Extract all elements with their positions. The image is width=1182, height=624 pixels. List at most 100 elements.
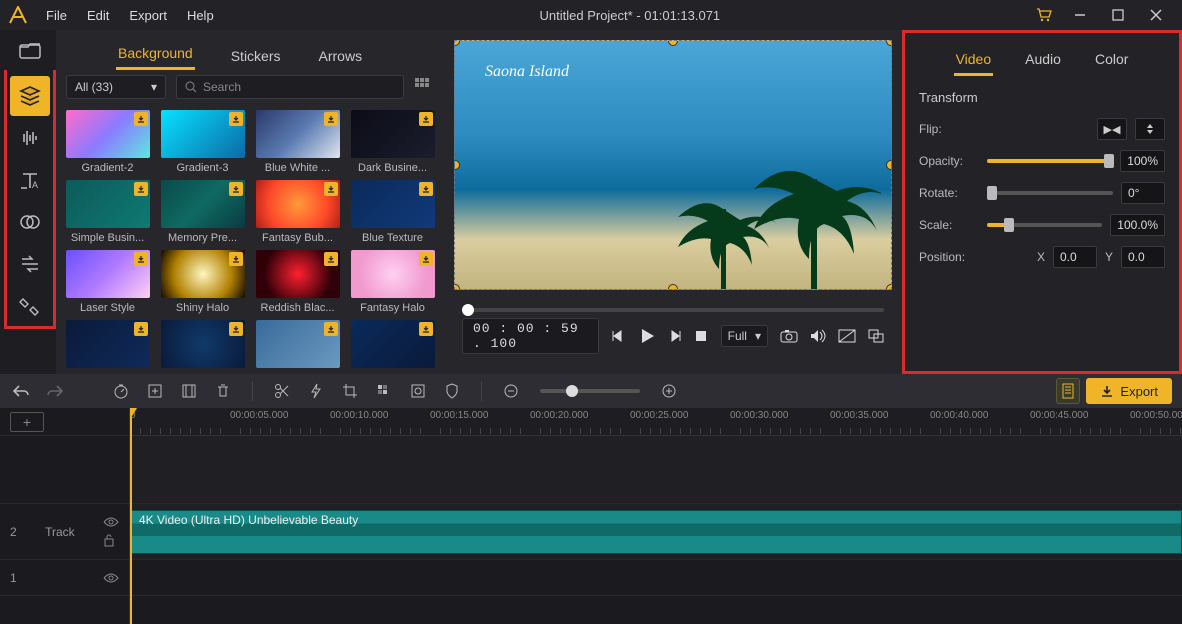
playhead[interactable] [130, 408, 132, 624]
leftrail-media-button[interactable] [4, 30, 56, 70]
search-input[interactable]: Search [176, 75, 404, 99]
lock-icon[interactable] [103, 533, 119, 547]
stop-button[interactable] [694, 326, 709, 346]
timeline-lane-empty[interactable] [130, 436, 1182, 504]
thumbnail-item[interactable]: Gradient-3 [159, 110, 246, 174]
aspect-button[interactable] [838, 326, 856, 346]
delete-button[interactable] [212, 380, 234, 402]
zoom-in-button[interactable] [658, 380, 680, 402]
pos-y-value[interactable]: 0.0 [1121, 246, 1165, 268]
menu-export[interactable]: Export [119, 8, 177, 23]
timeline-lane-2[interactable]: 4K Video (Ultra HD) Unbelievable Beauty [130, 504, 1182, 560]
freeze-frame-button[interactable] [407, 380, 429, 402]
thumbnail-item[interactable]: Laser Style [64, 250, 151, 314]
flip-horizontal-button[interactable]: ▶◀ [1097, 118, 1127, 140]
thumbnail-item[interactable]: Shiny Halo [159, 250, 246, 314]
flip-vertical-button[interactable] [1135, 118, 1165, 140]
ruler-mark: 00:00:45.000 [1030, 410, 1088, 421]
thumbnail-item[interactable]: Fantasy Bub... [254, 180, 341, 244]
timeline-tracks-area[interactable]: 000:00:05.00000:00:10.00000:00:15.00000:… [130, 408, 1182, 624]
speed-button[interactable] [110, 380, 132, 402]
tab-color[interactable]: Color [1093, 45, 1130, 76]
fullscreen-button[interactable] [868, 326, 884, 346]
tab-video[interactable]: Video [954, 45, 994, 76]
text-icon[interactable]: A [10, 160, 50, 200]
thumbnail-item[interactable]: Fantasy Halo [349, 250, 436, 314]
audio-wave-icon[interactable] [10, 118, 50, 158]
zoom-out-button[interactable] [500, 380, 522, 402]
search-icon [185, 81, 197, 93]
prev-frame-button[interactable] [611, 326, 626, 346]
elements-icon[interactable] [10, 286, 50, 326]
crop-button[interactable] [339, 380, 361, 402]
tab-audio[interactable]: Audio [1023, 45, 1063, 76]
export-button[interactable]: Export [1086, 378, 1172, 404]
render-button[interactable] [178, 380, 200, 402]
thumbnail-item[interactable]: Gradient-2 [64, 110, 151, 174]
scale-slider[interactable] [987, 223, 1102, 227]
scale-value[interactable]: 100.0% [1110, 214, 1165, 236]
mask-button[interactable] [441, 380, 463, 402]
play-button[interactable] [638, 326, 656, 346]
menu-help[interactable]: Help [177, 8, 224, 23]
timeline-lane-1[interactable] [130, 560, 1182, 596]
thumbnail-image [161, 320, 245, 368]
transition-icon[interactable] [10, 244, 50, 284]
add-track-row: + [0, 408, 129, 436]
thumbnail-item[interactable] [349, 320, 436, 368]
tab-stickers[interactable]: Stickers [229, 42, 283, 70]
thumbnail-item[interactable]: Simple Busin... [64, 180, 151, 244]
download-badge-icon [419, 182, 433, 196]
add-marker-button[interactable] [144, 380, 166, 402]
quick-effects-button[interactable] [305, 380, 327, 402]
grid-view-icon[interactable] [414, 77, 434, 97]
volume-button[interactable] [810, 326, 826, 346]
split-button[interactable] [271, 380, 293, 402]
thumbnail-item[interactable]: Dark Busine... [349, 110, 436, 174]
opacity-value[interactable]: 100% [1120, 150, 1165, 172]
opacity-slider[interactable] [987, 159, 1112, 163]
track-1-header: 1 [0, 560, 129, 596]
media-folder-icon[interactable] [10, 30, 50, 70]
maximize-button[interactable] [1100, 3, 1136, 27]
thumbnail-item[interactable] [159, 320, 246, 368]
category-dropdown[interactable]: All (33) ▾ [66, 75, 166, 99]
visibility-icon[interactable] [103, 573, 119, 583]
next-frame-button[interactable] [668, 326, 683, 346]
layers-icon[interactable] [10, 76, 50, 116]
close-button[interactable] [1138, 3, 1174, 27]
preview-canvas[interactable]: Saona Island [454, 40, 892, 290]
timeline-clip[interactable]: 4K Video (Ultra HD) Unbelievable Beauty [130, 510, 1182, 554]
preview-seekbar[interactable] [454, 290, 892, 320]
tab-arrows[interactable]: Arrows [317, 42, 365, 70]
menu-edit[interactable]: Edit [77, 8, 119, 23]
undo-button[interactable] [10, 380, 32, 402]
visibility-icon[interactable] [103, 517, 119, 527]
opacity-label: Opacity: [919, 154, 979, 168]
cart-icon[interactable] [1036, 7, 1052, 23]
thumbnail-item[interactable]: Blue Texture [349, 180, 436, 244]
thumbnail-item[interactable] [64, 320, 151, 368]
rotate-slider[interactable] [987, 191, 1113, 195]
mosaic-button[interactable] [373, 380, 395, 402]
chevron-down-icon: ▾ [755, 329, 761, 343]
thumbnail-item[interactable]: Reddish Blac... [254, 250, 341, 314]
thumbnail-item[interactable]: Memory Pre... [159, 180, 246, 244]
redo-button[interactable] [44, 380, 66, 402]
export-settings-button[interactable] [1056, 378, 1080, 404]
thumbnail-item[interactable]: Blue White ... [254, 110, 341, 174]
zoom-slider[interactable] [540, 389, 640, 393]
thumbnail-item[interactable] [254, 320, 341, 368]
pos-x-value[interactable]: 0.0 [1053, 246, 1097, 268]
overlay-icon[interactable] [10, 202, 50, 242]
add-track-button[interactable]: + [10, 412, 44, 432]
minimize-button[interactable] [1062, 3, 1098, 27]
timeline-ruler[interactable]: 000:00:05.00000:00:10.00000:00:15.00000:… [130, 408, 1182, 436]
clip-label: 4K Video (Ultra HD) Unbelievable Beauty [139, 513, 358, 527]
fit-dropdown[interactable]: Full ▾ [721, 325, 768, 347]
menu-file[interactable]: File [36, 8, 77, 23]
snapshot-button[interactable] [780, 326, 798, 346]
tab-background[interactable]: Background [116, 39, 195, 70]
rotate-value[interactable]: 0° [1121, 182, 1165, 204]
download-badge-icon [134, 252, 148, 266]
